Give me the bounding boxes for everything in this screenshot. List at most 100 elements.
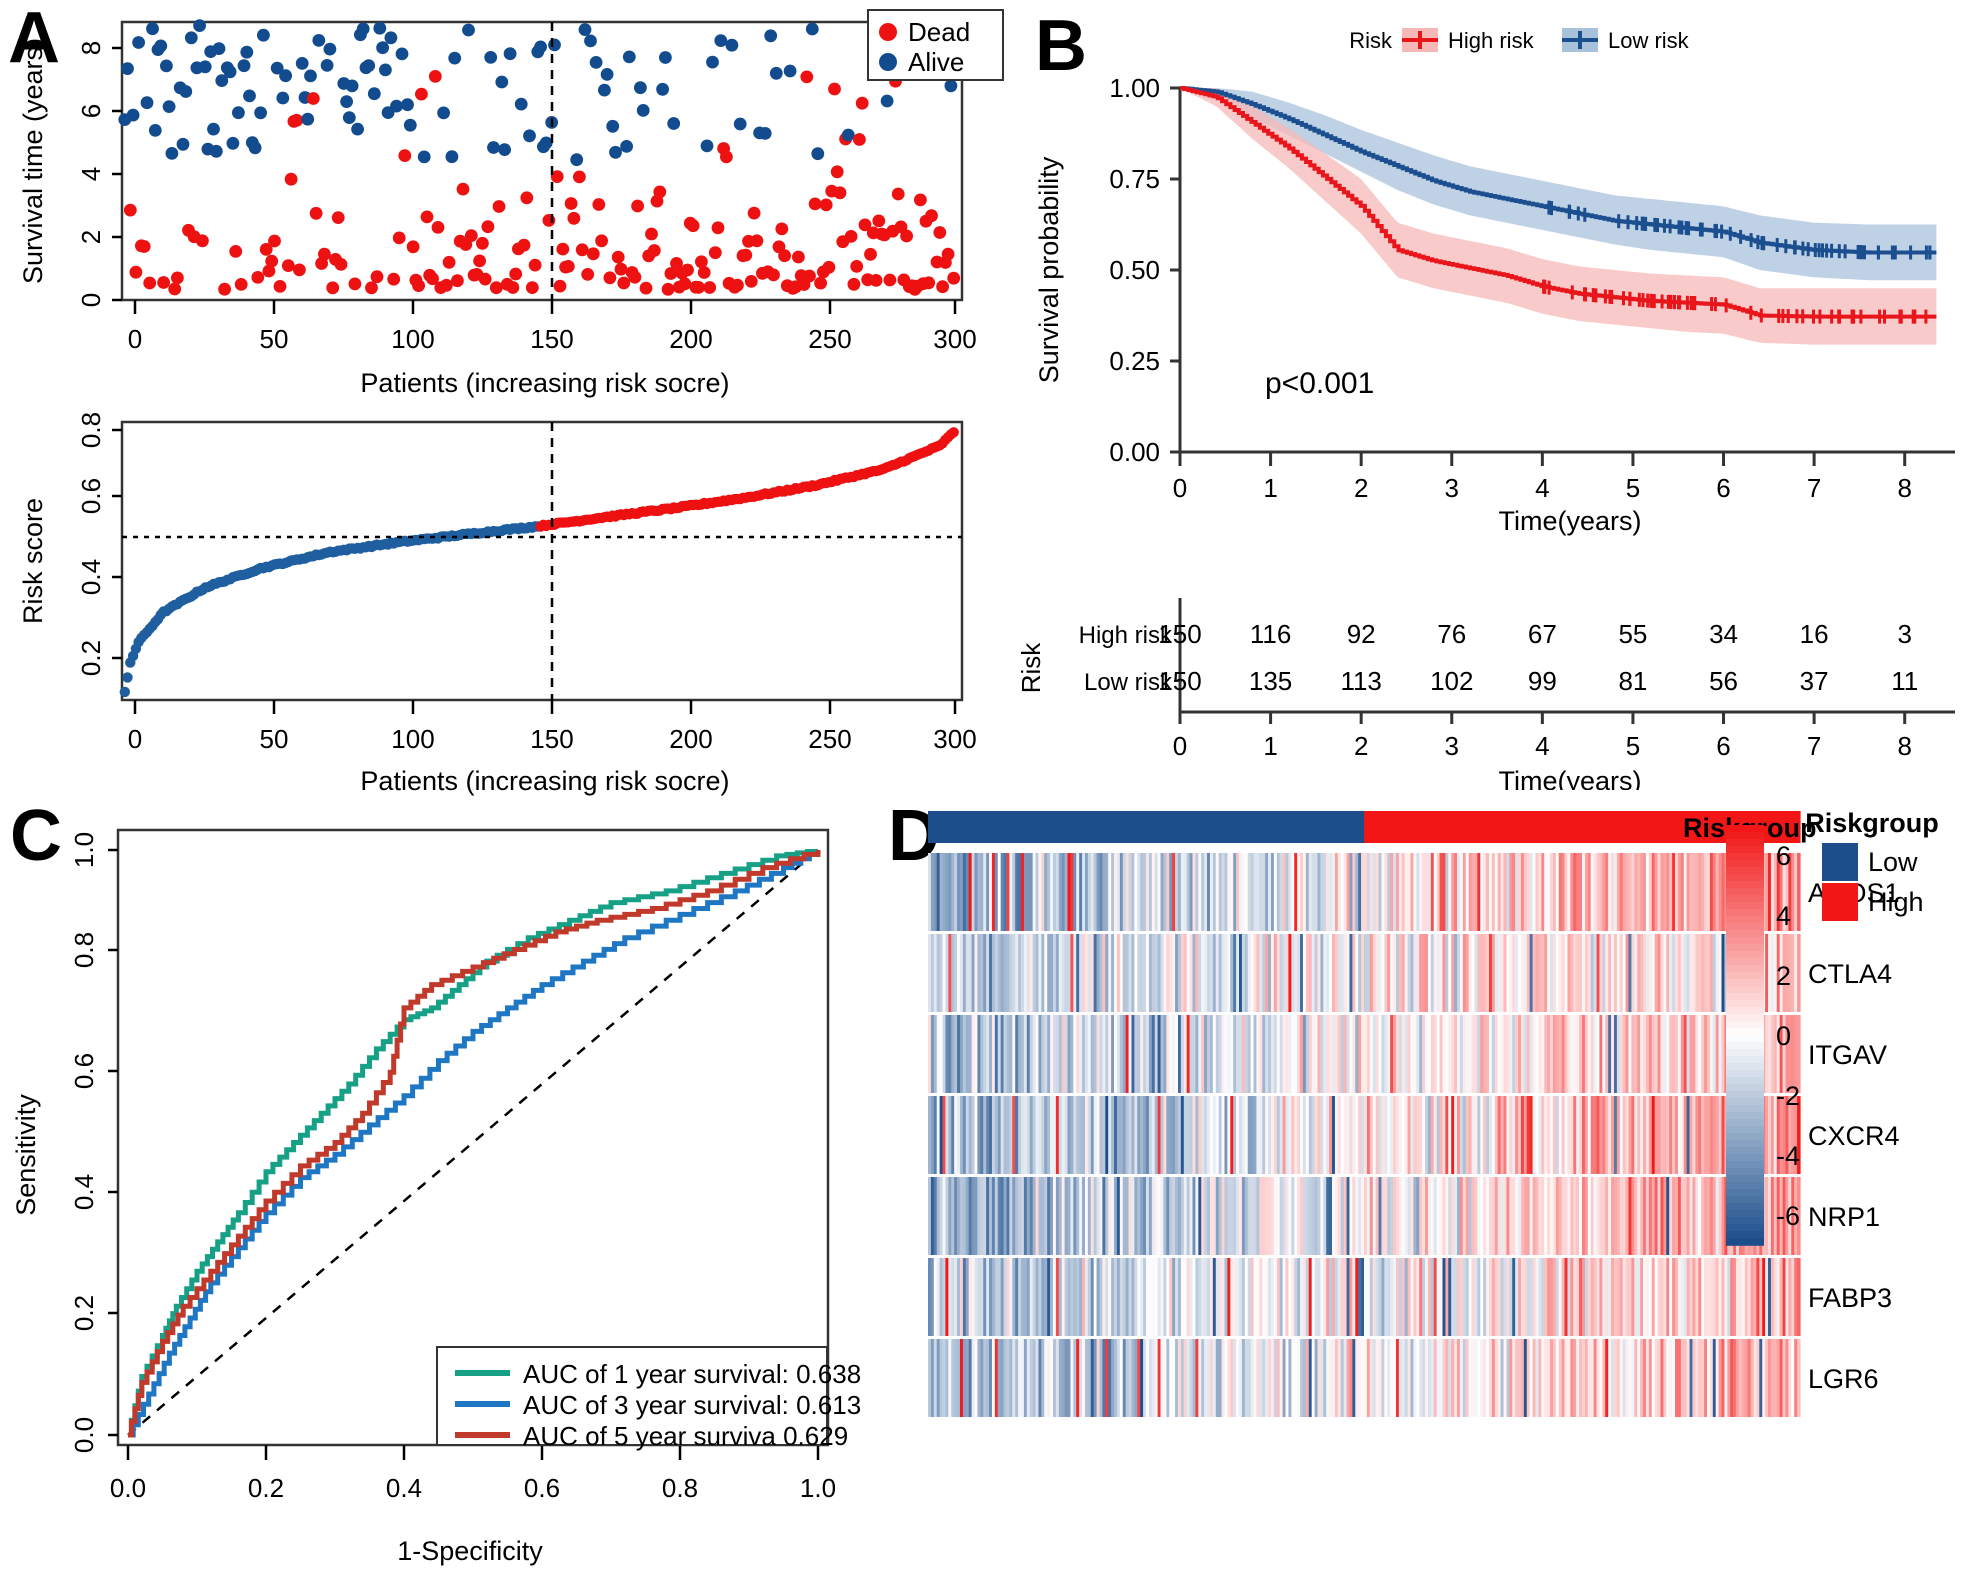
panelC-xlabel: 1-Specificity [397,1536,543,1566]
scatter-point [520,191,534,205]
panel-a-svg: 0 2 4 6 8 Survival time (years) 0 50 100 [18,9,1004,796]
scatter-point [121,62,134,75]
scatter-point [556,242,570,256]
colorbar-segment [1726,1021,1764,1029]
panelC-legend: AUC of 1 year survival: 0.638 AUC of 3 y… [436,1346,861,1451]
scatter-point [273,280,287,293]
scatter-point [686,219,700,233]
scatter-point [229,245,243,258]
panelA-scatter: 0 2 4 6 8 Survival time (years) 0 50 100 [18,9,1004,398]
panelB-km-plot: 0.00 0.25 0.50 0.75 1.00 Survival probab… [1034,73,1955,536]
panel-d-svg: ANOS1CTLA4ITGAVCXCR4NRP1FABP3LGR6 Riskgr… [928,808,1939,1417]
risktable-count: 81 [1618,666,1647,696]
scatter-point [171,271,184,285]
legend-swatch-high [1822,883,1858,921]
panelA-risk-yticks [112,428,122,660]
colorbar-segment [1726,1042,1764,1050]
colorbar-segment [1726,1098,1764,1106]
scatter-point [628,270,642,284]
panelB-risktable-xlabel: Time(years) [1498,766,1641,790]
scatter-point [764,29,778,43]
scatter-point [775,222,789,236]
risktable-count: 34 [1709,619,1738,649]
panelA-scatter-legend: Dead Alive [867,9,1004,81]
scatter-point [415,87,428,101]
scatter-point [279,69,292,83]
scatter-point [800,70,814,84]
scatter-point [598,83,611,97]
scatter-point [304,69,317,83]
panelC-ytick-5: 1.0 [69,832,99,868]
scatter-point [417,150,431,164]
scatter-point [356,22,370,36]
scatter-point [841,128,855,142]
scatter-point [323,42,337,56]
panelA-scatter-xtick-2: 100 [391,324,434,354]
risktable-xtick-label: 8 [1897,731,1911,761]
risktable-xtick-label: 6 [1716,731,1730,761]
scatter-point [855,96,869,110]
scatter-point [697,266,711,279]
heatmap-gene-labels: ANOS1CTLA4ITGAVCXCR4NRP1FABP3LGR6 [1808,878,1900,1394]
panelA-risk-xtick-0: 0 [128,724,142,754]
panelA-scatter-xtick-1: 50 [260,324,289,354]
scatter-point [237,59,251,73]
risktable-count: 55 [1618,619,1647,649]
panelB-xtick-label: 8 [1897,473,1911,503]
heatmap-cell [1797,1339,1801,1417]
risktable-count: 67 [1528,619,1557,649]
scatter-point [936,280,949,294]
risk-score-point [948,427,959,438]
scatter-point [123,203,137,217]
panelB-risktable-axis-label: Risk [1016,642,1046,694]
risktable-count: 150 [1158,619,1201,649]
scatter-point [140,96,154,110]
risktable-xtick-label: 1 [1263,731,1277,761]
scatter-point [523,129,536,143]
scatter-point [489,281,503,295]
scatter-point [176,137,190,151]
scatter-point [586,247,600,261]
colorbar-segment [1726,853,1764,861]
colorbar-segment [1726,1203,1764,1211]
panelC-ytick-2: 0.4 [69,1174,99,1210]
scatter-point [700,139,714,153]
colorbar-segment [1726,1231,1764,1239]
scatter-point [218,282,232,296]
panelA-risk-xtick-1: 50 [260,724,289,754]
scatter-point [340,95,353,108]
scatter-point [589,56,603,69]
scatter-point [883,273,897,287]
panelB-xtick-label: 7 [1807,473,1821,503]
risktable-count: 116 [1250,619,1291,649]
scatter-point [193,19,207,32]
panelA-risk-xtick-3: 150 [530,724,573,754]
scatter-point [257,28,270,42]
scatter-point [345,79,359,93]
legend-dot-alive [879,53,897,71]
scatter-point [148,123,162,137]
scatter-point [129,265,143,279]
scatter-point [720,150,733,164]
panelA-risk-ylabel: Risk score [18,498,48,624]
scatter-point [645,227,658,241]
heatmap-body [928,853,1801,1417]
scatter-point [611,250,625,264]
colorbar-segment [1726,1147,1764,1155]
colorbar-segment [1726,1000,1764,1008]
scatter-point [922,276,936,290]
scatter-point [179,85,193,98]
colorbar-segment [1726,930,1764,938]
scatter-point [473,254,486,268]
colorbar-segment [1726,1189,1764,1197]
scatter-point [387,272,401,286]
panelA-risk-ytick-0: 0.2 [76,640,106,676]
colorbar-segment [1726,909,1764,917]
scatter-point [853,133,866,146]
scatter-point [833,186,847,200]
heatmap-gene-label: CTLA4 [1808,959,1892,989]
scatter-point [487,141,500,154]
risktable-count: 113 [1340,666,1381,696]
colorbar-segment [1726,944,1764,952]
colorbar-tick-label: -2 [1776,1081,1800,1111]
